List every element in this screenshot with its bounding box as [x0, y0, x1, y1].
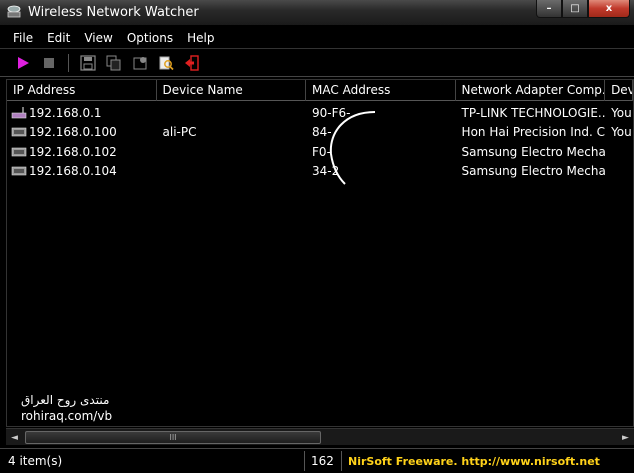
maximize-button[interactable]: □: [562, 0, 588, 18]
status-bar: 4 item(s) 162 NirSoft Freeware. http://w…: [0, 448, 634, 473]
adapter-company: Hon Hai Precision Ind. C...: [461, 125, 606, 140]
table-row[interactable]: 192.168.0.1 90-F6- TP-LINK TECHNOLOGIE..…: [7, 103, 633, 123]
exit-icon: [185, 55, 199, 71]
menu-help[interactable]: Help: [180, 31, 221, 45]
scroll-left-button[interactable]: ◄: [6, 429, 23, 446]
table-row[interactable]: 192.168.0.100 ali-PC 84- Hon Hai Precisi…: [7, 123, 633, 143]
table-row[interactable]: 192.168.0.102 F0- Samsung Electro Mecha.…: [7, 142, 633, 162]
menu-file[interactable]: File: [6, 31, 40, 45]
watermark: منتدى روح العراق rohiraq.com/vb: [21, 392, 112, 424]
ip-cell: 192.168.0.104: [7, 164, 157, 178]
copy-button[interactable]: [105, 54, 123, 72]
properties-icon: [133, 57, 147, 70]
menu-bar: File Edit View Options Help: [0, 27, 634, 49]
search-icon: [159, 56, 174, 71]
adapter-company: Samsung Electro Mecha...: [461, 164, 606, 179]
adapter-company: Samsung Electro Mecha...: [461, 144, 606, 159]
column-mac-address[interactable]: MAC Address: [306, 80, 456, 101]
scroll-right-button[interactable]: ►: [617, 429, 634, 446]
column-ip-address[interactable]: IP Address: [7, 80, 157, 101]
play-icon: [18, 57, 29, 69]
ip-cell: 192.168.0.100: [7, 125, 157, 139]
toolbar: [0, 50, 634, 77]
ip-address: 192.168.0.102: [29, 144, 117, 159]
minimize-button[interactable]: –: [536, 0, 562, 18]
computer-icon: [11, 127, 27, 137]
close-button[interactable]: x: [588, 0, 630, 18]
stop-scan-button[interactable]: [40, 54, 58, 72]
toolbar-separator: [68, 54, 69, 72]
properties-button[interactable]: [131, 54, 149, 72]
window-title: Wireless Network Watcher: [28, 5, 199, 20]
list-header: IP Address Device Name MAC Address Netwo…: [7, 80, 633, 101]
find-button[interactable]: [157, 54, 175, 72]
router-icon: [11, 106, 27, 119]
column-device-name[interactable]: Device Name: [157, 80, 307, 101]
watermark-arabic: منتدى روح العراق: [21, 393, 110, 407]
device-list[interactable]: IP Address Device Name MAC Address Netwo…: [6, 79, 634, 427]
list-rows: 192.168.0.1 90-F6- TP-LINK TECHNOLOGIE..…: [7, 103, 633, 181]
menu-options[interactable]: Options: [120, 31, 180, 45]
ip-cell: 192.168.0.1: [7, 106, 157, 120]
redaction-scribble: [329, 111, 376, 185]
horizontal-scrollbar[interactable]: ◄ III ►: [6, 428, 634, 445]
adapter-company: TP-LINK TECHNOLOGIE...: [461, 105, 606, 120]
ip-address: 192.168.0.1: [29, 105, 102, 120]
device-name: ali-PC: [162, 125, 197, 140]
app-icon: [7, 5, 21, 18]
nirsoft-link[interactable]: NirSoft Freeware. http://www.nirsoft.net: [342, 455, 600, 468]
scrollbar-thumb[interactable]: III: [25, 431, 321, 444]
computer-icon: [11, 147, 27, 157]
device-info: You: [611, 125, 632, 140]
ip-address: 192.168.0.100: [29, 125, 117, 140]
menu-edit[interactable]: Edit: [40, 31, 77, 45]
device-info: You: [611, 105, 632, 120]
title-bar: Wireless Network Watcher – □ x: [0, 0, 634, 26]
menu-view[interactable]: View: [77, 31, 119, 45]
save-button[interactable]: [79, 54, 97, 72]
stop-icon: [44, 58, 54, 68]
watermark-url: rohiraq.com/vb: [21, 409, 113, 423]
copy-icon: [106, 55, 121, 71]
column-device-info[interactable]: Dev: [605, 80, 633, 101]
save-icon: [80, 55, 96, 71]
table-row[interactable]: 192.168.0.104 34-2 Samsung Electro Mecha…: [7, 162, 633, 182]
window-controls: – □ x: [536, 0, 630, 19]
ip-address: 192.168.0.104: [29, 164, 117, 179]
item-count: 4 item(s): [8, 454, 63, 468]
ip-cell: 192.168.0.102: [7, 145, 157, 159]
status-number: 162: [311, 454, 334, 468]
column-network-adapter-company[interactable]: Network Adapter Comp...: [456, 80, 606, 101]
exit-button[interactable]: [183, 54, 201, 72]
computer-icon: [11, 166, 27, 176]
start-scan-button[interactable]: [14, 54, 32, 72]
